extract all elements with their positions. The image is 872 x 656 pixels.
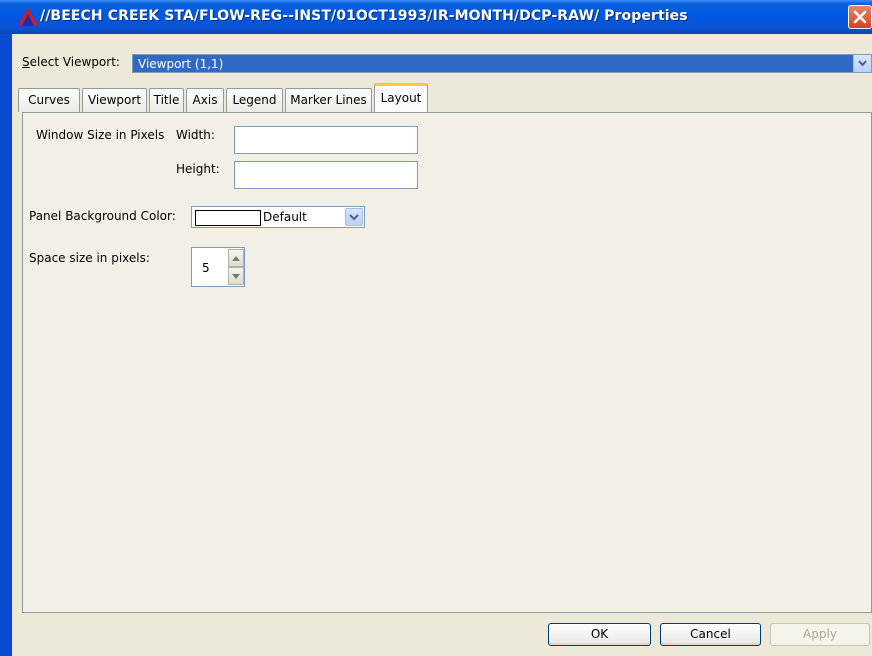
panel-background-color-label: Panel Background Color: bbox=[29, 209, 176, 223]
layout-panel bbox=[22, 112, 872, 613]
space-size-label: Space size in pixels: bbox=[29, 251, 150, 265]
background-color-select[interactable]: Default bbox=[191, 206, 365, 228]
close-button[interactable] bbox=[848, 5, 872, 29]
tab-viewport[interactable]: Viewport bbox=[82, 88, 147, 112]
height-input[interactable] bbox=[234, 161, 418, 189]
window-size-label: Window Size in Pixels bbox=[36, 128, 165, 142]
space-size-value: 5 bbox=[202, 261, 210, 275]
window-border bbox=[0, 34, 12, 656]
height-label: Height: bbox=[176, 162, 220, 176]
viewport-select-value: Viewport (1,1) bbox=[138, 57, 224, 71]
spinner-down-button[interactable] bbox=[228, 267, 244, 285]
arrow-up-icon bbox=[232, 256, 240, 261]
width-label: Width: bbox=[176, 128, 215, 142]
dropdown-button[interactable] bbox=[853, 55, 871, 72]
space-size-spinner[interactable]: 5 bbox=[191, 247, 245, 287]
spinner-up-button[interactable] bbox=[228, 249, 244, 267]
tab-curves[interactable]: Curves bbox=[18, 88, 80, 112]
chevron-down-icon bbox=[349, 214, 359, 221]
close-icon bbox=[853, 10, 867, 24]
viewport-select[interactable]: Viewport (1,1) bbox=[132, 54, 872, 73]
color-swatch bbox=[195, 210, 261, 226]
ok-button[interactable]: OK bbox=[548, 623, 651, 646]
select-viewport-label: Select Viewport: bbox=[22, 55, 120, 69]
window-title: //BEECH CREEK STA/FLOW-REG--INST/01OCT19… bbox=[40, 8, 688, 24]
tab-legend[interactable]: Legend bbox=[226, 88, 283, 112]
width-input[interactable] bbox=[234, 126, 418, 154]
background-color-value: Default bbox=[263, 210, 307, 224]
tab-axis[interactable]: Axis bbox=[186, 88, 224, 112]
cancel-button[interactable]: Cancel bbox=[660, 623, 761, 646]
chevron-down-icon bbox=[858, 60, 867, 67]
dropdown-button[interactable] bbox=[345, 208, 363, 226]
tab-marker-lines[interactable]: Marker Lines bbox=[285, 88, 372, 112]
apply-button[interactable]: Apply bbox=[770, 623, 870, 646]
arrow-down-icon bbox=[232, 274, 240, 279]
tab-layout[interactable]: Layout bbox=[374, 83, 428, 113]
app-triangle-icon bbox=[17, 7, 39, 27]
tab-title[interactable]: Title bbox=[149, 88, 184, 112]
title-bar[interactable]: //BEECH CREEK STA/FLOW-REG--INST/01OCT19… bbox=[0, 0, 872, 34]
